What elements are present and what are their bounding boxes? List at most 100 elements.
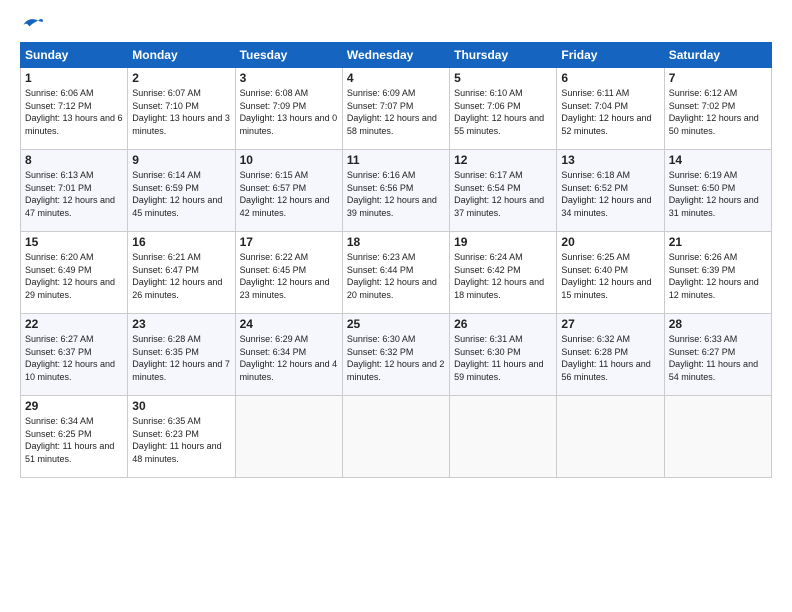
day-info: Sunrise: 6:28 AMSunset: 6:35 PMDaylight:…: [132, 333, 230, 383]
calendar-day-cell: 19 Sunrise: 6:24 AMSunset: 6:42 PMDayligh…: [450, 232, 557, 314]
calendar-header-cell: Friday: [557, 43, 664, 68]
calendar-day-cell: 30Sunrise: 6:35 AMSunset: 6:23 PMDayligh…: [128, 396, 235, 478]
calendar-day-cell: 10Sunrise: 6:15 AMSunset: 6:57 PMDayligh…: [235, 150, 342, 232]
day-info: Sunrise: 6:12 AMSunset: 7:02 PMDaylight:…: [669, 87, 767, 137]
day-number: 1: [25, 71, 123, 85]
day-info: Sunrise: 6:10 AMSunset: 7:06 PMDaylight:…: [454, 87, 552, 137]
day-number: 11: [347, 153, 445, 167]
calendar-day-cell: 9 Sunrise: 6:14 AMSunset: 6:59 PMDaylight…: [128, 150, 235, 232]
calendar-header-cell: Sunday: [21, 43, 128, 68]
logo-bird-icon: [22, 16, 44, 34]
calendar-day-cell: 29Sunrise: 6:34 AMSunset: 6:25 PMDayligh…: [21, 396, 128, 478]
day-number: 14: [669, 153, 767, 167]
calendar-day-cell: [450, 396, 557, 478]
calendar-day-cell: 24 Sunrise: 6:29 AMSunset: 6:34 PMDayligh…: [235, 314, 342, 396]
day-number: 23: [132, 317, 230, 331]
calendar-day-cell: 12Sunrise: 6:17 AMSunset: 6:54 PMDayligh…: [450, 150, 557, 232]
day-info: Sunrise: 6:06 AMSunset: 7:12 PMDaylight:…: [25, 87, 123, 137]
calendar-day-cell: 18 Sunrise: 6:23 AMSunset: 6:44 PMDayligh…: [342, 232, 449, 314]
day-info: Sunrise: 6:30 AMSunset: 6:32 PMDaylight:…: [347, 333, 445, 383]
day-number: 4: [347, 71, 445, 85]
day-info: Sunrise: 6:08 AMSunset: 7:09 PMDaylight:…: [240, 87, 338, 137]
day-number: 18: [347, 235, 445, 249]
day-info: Sunrise: 6:19 AMSunset: 6:50 PMDaylight:…: [669, 169, 767, 219]
calendar-week-row: 29Sunrise: 6:34 AMSunset: 6:25 PMDayligh…: [21, 396, 772, 478]
day-number: 7: [669, 71, 767, 85]
day-info: Sunrise: 6:21 AMSunset: 6:47 PMDaylight:…: [132, 251, 230, 301]
calendar-body: 1 Sunrise: 6:06 AMSunset: 7:12 PMDaylight…: [21, 68, 772, 478]
calendar-day-cell: 23 Sunrise: 6:28 AMSunset: 6:35 PMDayligh…: [128, 314, 235, 396]
day-number: 24: [240, 317, 338, 331]
day-info: Sunrise: 6:11 AMSunset: 7:04 PMDaylight:…: [561, 87, 659, 137]
day-info: Sunrise: 6:09 AMSunset: 7:07 PMDaylight:…: [347, 87, 445, 137]
day-number: 3: [240, 71, 338, 85]
calendar-day-cell: 21 Sunrise: 6:26 AMSunset: 6:39 PMDayligh…: [664, 232, 771, 314]
calendar-day-cell: [342, 396, 449, 478]
calendar-week-row: 22 Sunrise: 6:27 AMSunset: 6:37 PMDayligh…: [21, 314, 772, 396]
calendar-day-cell: 25Sunrise: 6:30 AMSunset: 6:32 PMDayligh…: [342, 314, 449, 396]
calendar-day-cell: [664, 396, 771, 478]
calendar-day-cell: 11 Sunrise: 6:16 AMSunset: 6:56 PMDayligh…: [342, 150, 449, 232]
day-number: 28: [669, 317, 767, 331]
calendar-day-cell: 27 Sunrise: 6:32 AMSunset: 6:28 PMDayligh…: [557, 314, 664, 396]
calendar-week-row: 1 Sunrise: 6:06 AMSunset: 7:12 PMDaylight…: [21, 68, 772, 150]
day-info: Sunrise: 6:20 AMSunset: 6:49 PMDaylight:…: [25, 251, 123, 301]
day-number: 27: [561, 317, 659, 331]
day-info: Sunrise: 6:07 AMSunset: 7:10 PMDaylight:…: [132, 87, 230, 137]
calendar-header-row: SundayMondayTuesdayWednesdayThursdayFrid…: [21, 43, 772, 68]
day-info: Sunrise: 6:18 AMSunset: 6:52 PMDaylight:…: [561, 169, 659, 219]
day-number: 30: [132, 399, 230, 413]
calendar-day-cell: 2 Sunrise: 6:07 AMSunset: 7:10 PMDaylight…: [128, 68, 235, 150]
day-number: 9: [132, 153, 230, 167]
day-number: 16: [132, 235, 230, 249]
calendar-header-cell: Wednesday: [342, 43, 449, 68]
calendar-day-cell: 26 Sunrise: 6:31 AMSunset: 6:30 PMDayligh…: [450, 314, 557, 396]
day-info: Sunrise: 6:29 AMSunset: 6:34 PMDaylight:…: [240, 333, 338, 383]
day-number: 5: [454, 71, 552, 85]
calendar-week-row: 15 Sunrise: 6:20 AMSunset: 6:49 PMDayligh…: [21, 232, 772, 314]
calendar-header-cell: Tuesday: [235, 43, 342, 68]
calendar-day-cell: 28 Sunrise: 6:33 AMSunset: 6:27 PMDayligh…: [664, 314, 771, 396]
calendar-day-cell: 16 Sunrise: 6:21 AMSunset: 6:47 PMDayligh…: [128, 232, 235, 314]
calendar-day-cell: 3 Sunrise: 6:08 AMSunset: 7:09 PMDaylight…: [235, 68, 342, 150]
logo: [20, 16, 44, 34]
day-number: 12: [454, 153, 552, 167]
day-number: 2: [132, 71, 230, 85]
day-info: Sunrise: 6:16 AMSunset: 6:56 PMDaylight:…: [347, 169, 445, 219]
calendar-day-cell: 17Sunrise: 6:22 AMSunset: 6:45 PMDayligh…: [235, 232, 342, 314]
day-number: 10: [240, 153, 338, 167]
calendar-day-cell: 6Sunrise: 6:11 AMSunset: 7:04 PMDaylight…: [557, 68, 664, 150]
day-info: Sunrise: 6:22 AMSunset: 6:45 PMDaylight:…: [240, 251, 338, 301]
calendar-day-cell: 22 Sunrise: 6:27 AMSunset: 6:37 PMDayligh…: [21, 314, 128, 396]
page: SundayMondayTuesdayWednesdayThursdayFrid…: [0, 0, 792, 612]
calendar-day-cell: 7 Sunrise: 6:12 AMSunset: 7:02 PMDaylight…: [664, 68, 771, 150]
day-number: 15: [25, 235, 123, 249]
calendar-table: SundayMondayTuesdayWednesdayThursdayFrid…: [20, 42, 772, 478]
calendar-day-cell: 20 Sunrise: 6:25 AMSunset: 6:40 PMDayligh…: [557, 232, 664, 314]
calendar-header-cell: Saturday: [664, 43, 771, 68]
day-number: 20: [561, 235, 659, 249]
day-info: Sunrise: 6:26 AMSunset: 6:39 PMDaylight:…: [669, 251, 767, 301]
day-info: Sunrise: 6:32 AMSunset: 6:28 PMDaylight:…: [561, 333, 659, 383]
day-info: Sunrise: 6:23 AMSunset: 6:44 PMDaylight:…: [347, 251, 445, 301]
day-info: Sunrise: 6:27 AMSunset: 6:37 PMDaylight:…: [25, 333, 123, 383]
day-number: 26: [454, 317, 552, 331]
day-info: Sunrise: 6:24 AMSunset: 6:42 PMDaylight:…: [454, 251, 552, 301]
calendar-day-cell: 1 Sunrise: 6:06 AMSunset: 7:12 PMDaylight…: [21, 68, 128, 150]
calendar-day-cell: [235, 396, 342, 478]
day-number: 19: [454, 235, 552, 249]
calendar-day-cell: 14 Sunrise: 6:19 AMSunset: 6:50 PMDayligh…: [664, 150, 771, 232]
calendar-day-cell: 15 Sunrise: 6:20 AMSunset: 6:49 PMDayligh…: [21, 232, 128, 314]
day-info: Sunrise: 6:14 AMSunset: 6:59 PMDaylight:…: [132, 169, 230, 219]
calendar-day-cell: 13 Sunrise: 6:18 AMSunset: 6:52 PMDayligh…: [557, 150, 664, 232]
day-number: 21: [669, 235, 767, 249]
calendar-day-cell: 8Sunrise: 6:13 AMSunset: 7:01 PMDaylight…: [21, 150, 128, 232]
day-info: Sunrise: 6:33 AMSunset: 6:27 PMDaylight:…: [669, 333, 767, 383]
calendar-header-cell: Monday: [128, 43, 235, 68]
calendar-day-cell: [557, 396, 664, 478]
day-info: Sunrise: 6:31 AMSunset: 6:30 PMDaylight:…: [454, 333, 552, 383]
day-number: 22: [25, 317, 123, 331]
day-number: 13: [561, 153, 659, 167]
day-info: Sunrise: 6:25 AMSunset: 6:40 PMDaylight:…: [561, 251, 659, 301]
calendar-week-row: 8Sunrise: 6:13 AMSunset: 7:01 PMDaylight…: [21, 150, 772, 232]
